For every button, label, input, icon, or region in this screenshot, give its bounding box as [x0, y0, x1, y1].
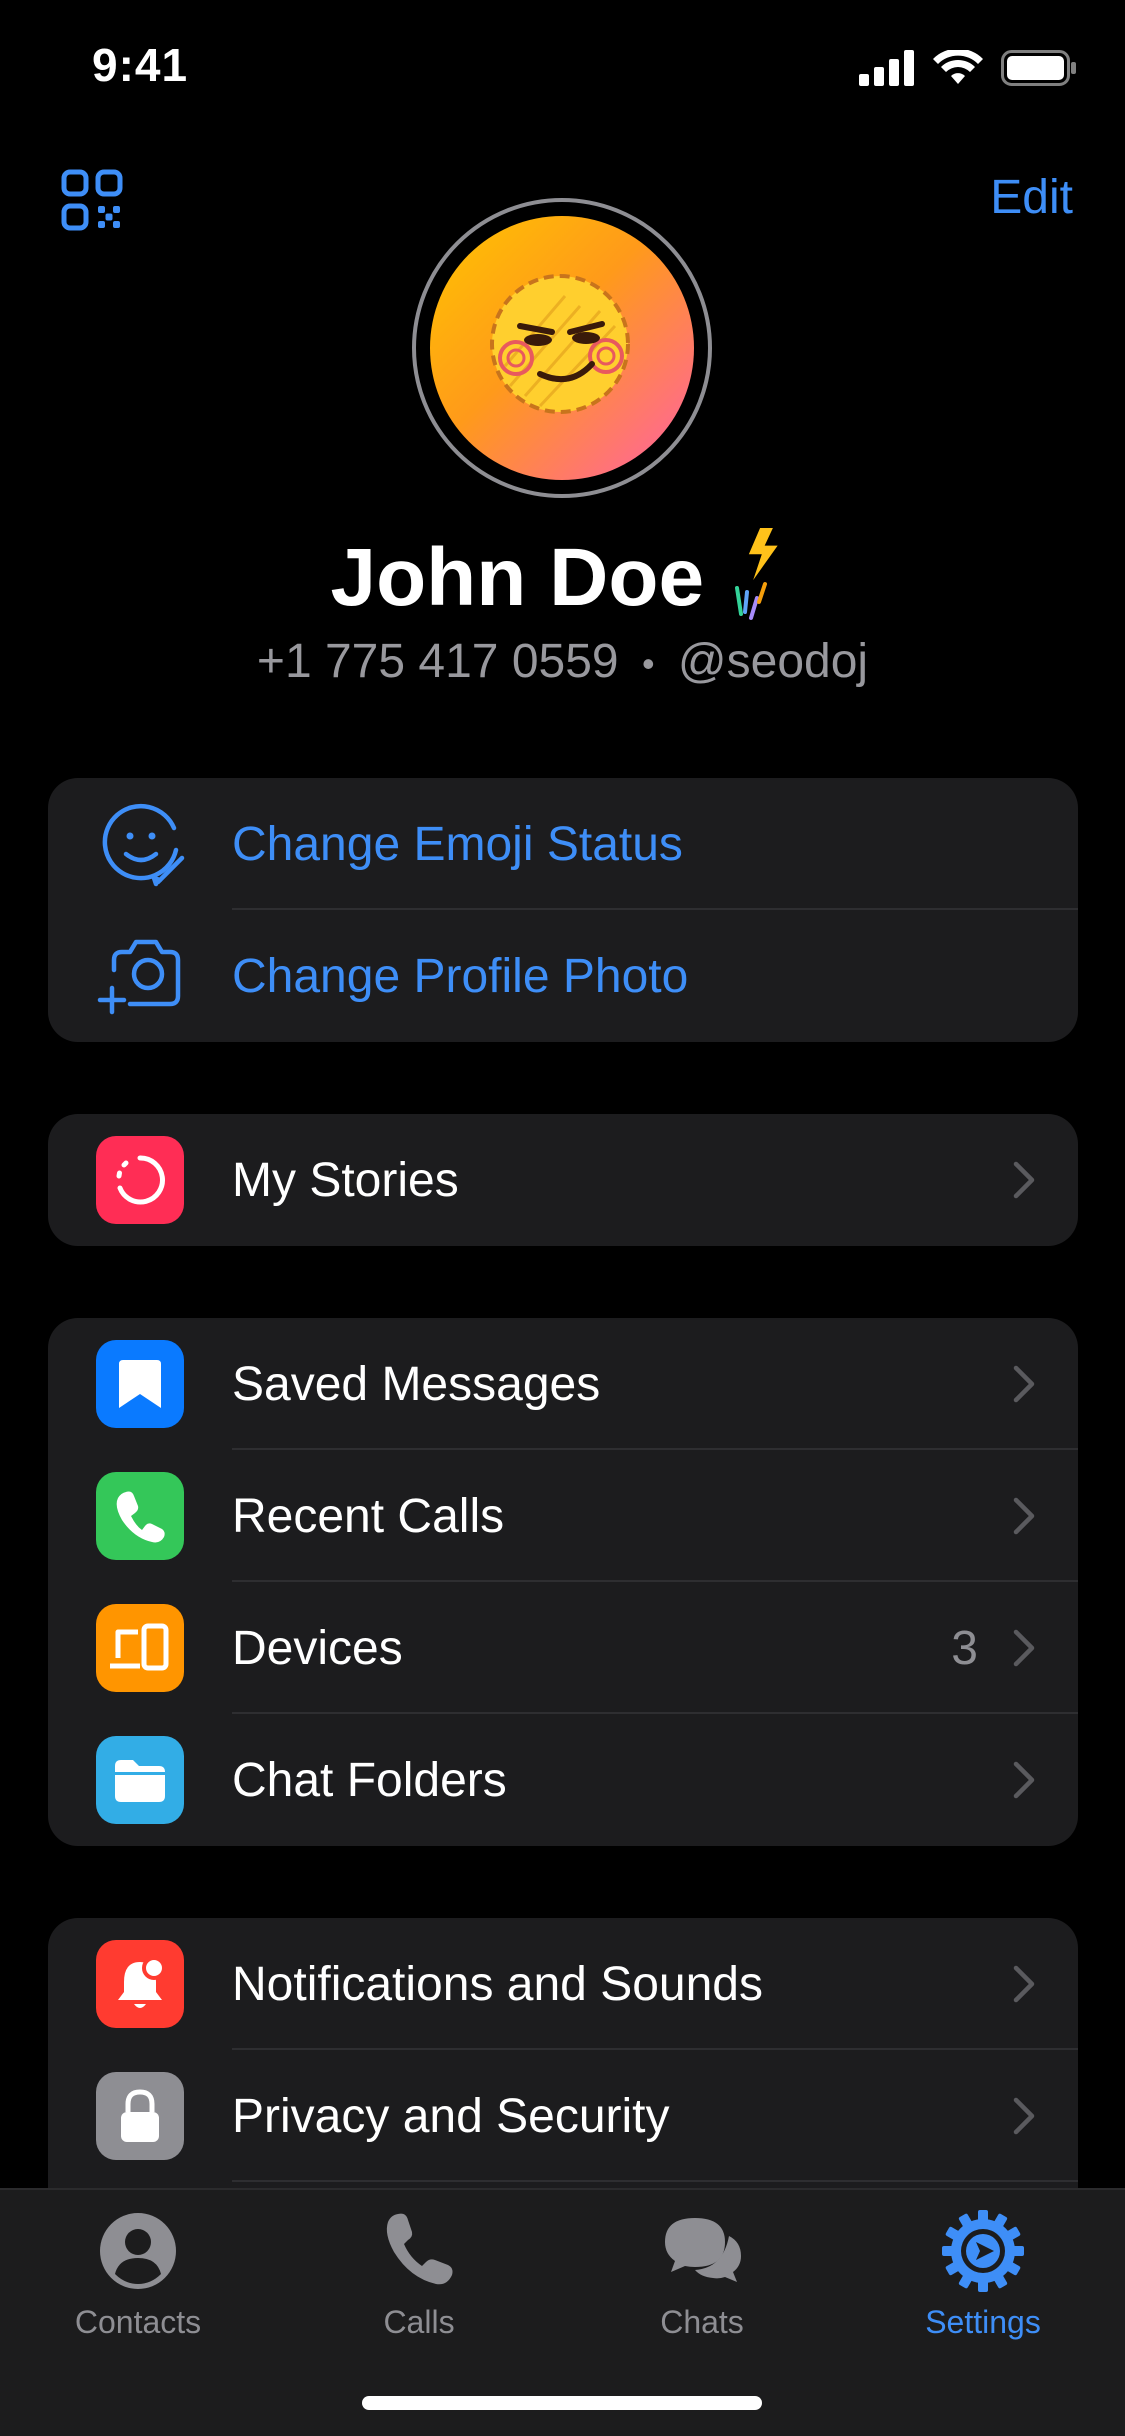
wifi-icon — [933, 50, 983, 84]
edit-button[interactable]: Edit — [990, 170, 1073, 225]
my-stories-row[interactable]: My Stories — [48, 1114, 1078, 1246]
status-time: 9:41 — [92, 39, 189, 91]
chevron-right-icon — [1013, 1965, 1035, 2003]
tab-chats-label: Chats — [660, 2304, 744, 2340]
profile-actions-group: Change Emoji Status Change Profile Photo — [48, 778, 1078, 1042]
lightning-status-icon — [734, 528, 778, 620]
tab-chats[interactable]: Chats — [592, 2206, 812, 2341]
profile-username[interactable]: @seodoj — [678, 635, 868, 688]
devices-count: 3 — [951, 1621, 978, 1675]
privacy-security-row[interactable]: Privacy and Security — [48, 2050, 1078, 2182]
change-profile-photo-label: Change Profile Photo — [232, 949, 689, 1003]
devices-row[interactable]: Devices 3 — [48, 1582, 1078, 1714]
gear-icon — [942, 2210, 1024, 2292]
bell-icon — [96, 1940, 184, 2028]
recent-calls-label: Recent Calls — [232, 1489, 505, 1543]
profile-name: John Doe — [330, 532, 705, 623]
person-icon — [100, 2213, 176, 2289]
chat-folders-row[interactable]: Chat Folders — [48, 1714, 1078, 1846]
qr-code-icon — [61, 169, 123, 231]
chevron-right-icon — [1013, 2097, 1035, 2135]
cellular-signal-icon — [859, 50, 914, 86]
status-icons — [859, 50, 1077, 86]
tab-settings[interactable]: Settings — [873, 2206, 1093, 2341]
folder-icon — [96, 1736, 184, 1824]
main-settings-group: Saved Messages Recent Calls Devices 3 Ch… — [48, 1318, 1078, 1846]
lock-icon — [96, 2072, 184, 2160]
notifications-label: Notifications and Sounds — [232, 1957, 763, 2011]
notifications-row[interactable]: Notifications and Sounds — [48, 1918, 1078, 2050]
chevron-right-icon — [1013, 1629, 1035, 1667]
profile-name-row: John Doe — [0, 528, 1125, 628]
avatar[interactable] — [430, 216, 694, 480]
profile-subline: +1 775 417 0559 • @seodoj — [0, 634, 1125, 689]
divider — [232, 2180, 1078, 2182]
chevron-right-icon — [1013, 1497, 1035, 1535]
chat-folders-label: Chat Folders — [232, 1753, 507, 1807]
tab-calls-label: Calls — [383, 2304, 455, 2340]
saved-messages-row[interactable]: Saved Messages — [48, 1318, 1078, 1450]
change-profile-photo-row[interactable]: Change Profile Photo — [48, 910, 1078, 1042]
tab-contacts-label: Contacts — [74, 2304, 202, 2340]
bookmark-icon — [96, 1340, 184, 1428]
home-indicator — [362, 2396, 762, 2410]
tab-calls[interactable]: Calls — [309, 2206, 529, 2341]
phone-icon — [386, 2213, 453, 2285]
stories-group: My Stories — [48, 1114, 1078, 1246]
profile-phone: +1 775 417 0559 — [256, 635, 619, 688]
chevron-right-icon — [1013, 1161, 1035, 1199]
camera-add-icon — [97, 939, 181, 1015]
chevron-right-icon — [1013, 1365, 1035, 1403]
stories-icon — [96, 1136, 184, 1224]
status-bar: 9:41 — [0, 0, 1125, 140]
recent-calls-row[interactable]: Recent Calls — [48, 1450, 1078, 1582]
smirk-emoji-icon — [490, 274, 630, 414]
phone-icon — [96, 1472, 184, 1560]
qr-code-button[interactable] — [60, 168, 124, 232]
devices-icon — [96, 1604, 184, 1692]
change-emoji-status-label: Change Emoji Status — [232, 817, 683, 871]
my-stories-label: My Stories — [232, 1153, 459, 1207]
tab-settings-label: Settings — [925, 2304, 1041, 2340]
chevron-right-icon — [1013, 1761, 1035, 1799]
chat-bubbles-icon — [665, 2218, 741, 2282]
emoji-smile-icon — [102, 803, 185, 887]
battery-icon — [1001, 50, 1076, 86]
change-emoji-status-row[interactable]: Change Emoji Status — [48, 778, 1078, 910]
devices-label: Devices — [232, 1621, 403, 1675]
tab-contacts[interactable]: Contacts — [28, 2206, 248, 2341]
settings-group: Notifications and Sounds Privacy and Sec… — [48, 1918, 1078, 2208]
saved-messages-label: Saved Messages — [232, 1357, 601, 1411]
profile-separator: • — [641, 643, 655, 685]
privacy-security-label: Privacy and Security — [232, 2089, 670, 2143]
